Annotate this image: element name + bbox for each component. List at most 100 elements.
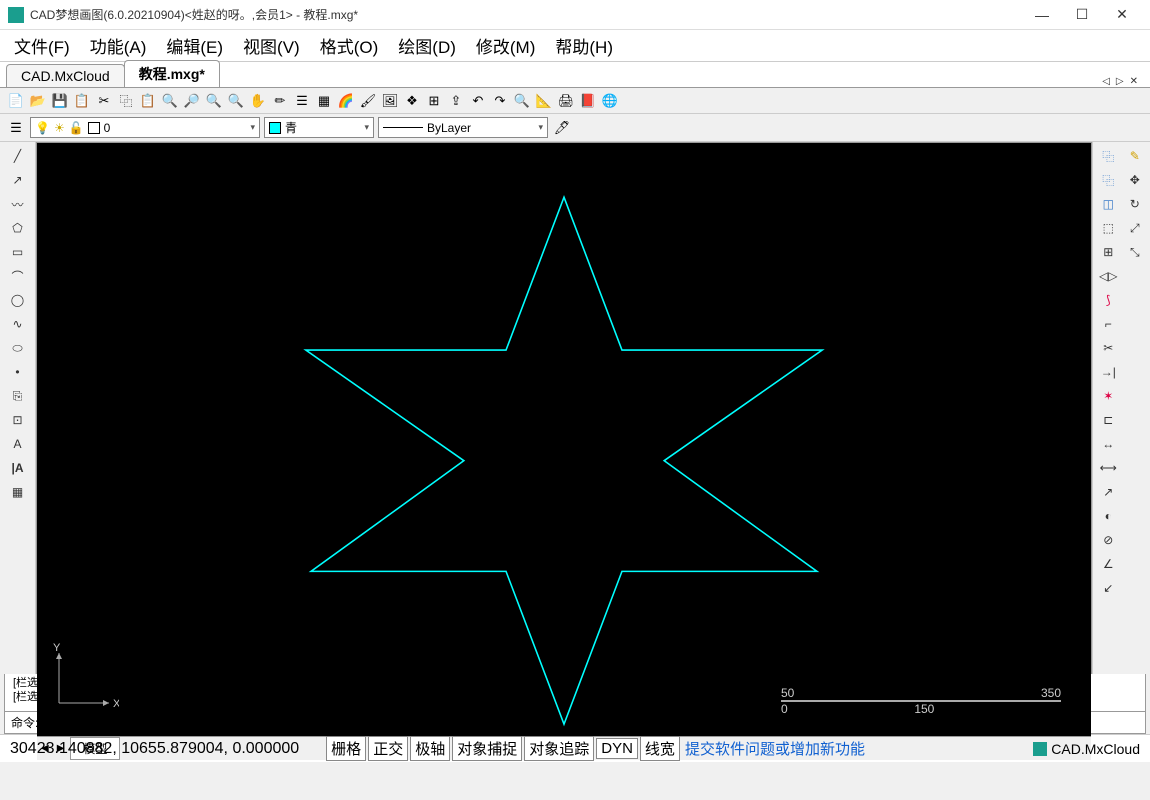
- break-tool-icon[interactable]: ⊏: [1098, 410, 1118, 430]
- make-block-icon[interactable]: ⊡: [8, 410, 28, 430]
- block-icon[interactable]: ❖: [402, 91, 422, 111]
- layers-icon[interactable]: ☰: [292, 91, 312, 111]
- menu-file[interactable]: 文件(F): [4, 29, 80, 62]
- drawing-canvas[interactable]: X Y 50350 0150: [37, 143, 1091, 736]
- explode-tool-icon[interactable]: ✶: [1098, 386, 1118, 406]
- erase-tool-icon[interactable]: ✎: [1125, 146, 1145, 166]
- hatch-icon[interactable]: ▦: [314, 91, 334, 111]
- spline-tool-icon[interactable]: ∿: [8, 314, 28, 334]
- pan-icon[interactable]: ✋: [248, 91, 268, 111]
- tab-tutorial[interactable]: 教程.mxg*: [124, 60, 220, 87]
- mirror-tool-icon[interactable]: ⿻: [1098, 170, 1118, 190]
- select-window-icon[interactable]: ⬚: [1098, 218, 1118, 238]
- chevron-down-icon: ▾: [538, 122, 543, 133]
- toggle-dyn[interactable]: DYN: [596, 738, 638, 759]
- dim-angular-icon[interactable]: ∠: [1098, 554, 1118, 574]
- menu-edit[interactable]: 编辑(E): [156, 29, 233, 62]
- hatch-tool-icon[interactable]: ▦: [8, 482, 28, 502]
- web-icon[interactable]: 🌐: [600, 91, 620, 111]
- ellipse-tool-icon[interactable]: ⬭: [8, 338, 28, 358]
- mirror2-tool-icon[interactable]: ◁▷: [1098, 266, 1118, 286]
- open-icon[interactable]: 📂: [28, 91, 48, 111]
- mtext-tool-icon[interactable]: |A: [8, 458, 28, 478]
- circle-tool-icon[interactable]: ◯: [8, 290, 28, 310]
- zoom-out-icon[interactable]: 🔎: [182, 91, 202, 111]
- image-icon[interactable]: 🖼: [380, 91, 400, 111]
- tab-cloud[interactable]: CAD.MxCloud: [6, 64, 125, 87]
- zoom-extents-icon[interactable]: 🔍: [204, 91, 224, 111]
- toggle-lineweight[interactable]: 线宽: [640, 736, 680, 761]
- lineweight-icon[interactable]: 🖊: [552, 118, 572, 138]
- stretch-tool-icon[interactable]: ⤡: [1125, 242, 1145, 262]
- dim-aligned-icon[interactable]: ↗: [1098, 482, 1118, 502]
- table-icon[interactable]: ⊞: [424, 91, 444, 111]
- save-icon[interactable]: 💾: [50, 91, 70, 111]
- fillet-tool-icon[interactable]: ⟆: [1098, 290, 1118, 310]
- leader-tool-icon[interactable]: ↙: [1098, 578, 1118, 598]
- saveas-icon[interactable]: 📋: [72, 91, 92, 111]
- offset-tool-icon[interactable]: ◫: [1098, 194, 1118, 214]
- layer-dropdown[interactable]: 💡 ☀ 🔓 0 ▾: [30, 117, 260, 138]
- join-tool-icon[interactable]: ↔: [1098, 434, 1118, 454]
- toggle-otrack[interactable]: 对象追踪: [524, 736, 594, 761]
- trim-tool-icon[interactable]: ✂: [1098, 338, 1118, 358]
- toggle-polar[interactable]: 极轴: [410, 736, 450, 761]
- tab-prev-icon[interactable]: ◁: [1100, 76, 1112, 87]
- rotate-tool-icon[interactable]: ↻: [1125, 194, 1145, 214]
- polyline-tool-icon[interactable]: 〰: [8, 194, 28, 214]
- menu-modify[interactable]: 修改(M): [466, 29, 545, 62]
- layer-manager-icon[interactable]: ☰: [6, 118, 26, 138]
- linetype-dropdown[interactable]: ByLayer ▾: [378, 117, 548, 138]
- maximize-button[interactable]: ☐: [1062, 1, 1102, 29]
- redo-icon[interactable]: ↷: [490, 91, 510, 111]
- color-dropdown[interactable]: 青 ▾: [264, 117, 374, 138]
- copy-tool-icon[interactable]: ⿻: [1098, 146, 1118, 166]
- minimize-button[interactable]: —: [1022, 1, 1062, 29]
- toggle-osnap[interactable]: 对象捕捉: [452, 736, 522, 761]
- scale-tool-icon[interactable]: ⤢: [1125, 218, 1145, 238]
- menu-view[interactable]: 视图(V): [233, 29, 310, 62]
- menu-help[interactable]: 帮助(H): [545, 29, 623, 62]
- text-tool-icon[interactable]: A: [8, 434, 28, 454]
- toggle-grid[interactable]: 栅格: [326, 736, 366, 761]
- paste-icon[interactable]: 📋: [138, 91, 158, 111]
- array-tool-icon[interactable]: ⊞: [1098, 242, 1118, 262]
- undo-icon[interactable]: ↶: [468, 91, 488, 111]
- layer-color-swatch: [88, 122, 100, 134]
- dim-radius-icon[interactable]: ◐: [1098, 506, 1118, 526]
- gradient-icon[interactable]: 🌈: [336, 91, 356, 111]
- chamfer-tool-icon[interactable]: ⌐: [1098, 314, 1118, 334]
- close-button[interactable]: ✕: [1102, 1, 1142, 29]
- dim-linear-icon[interactable]: ⟷: [1098, 458, 1118, 478]
- insert-block-icon[interactable]: ⎘: [8, 386, 28, 406]
- export-icon[interactable]: ⇪: [446, 91, 466, 111]
- feedback-link[interactable]: 提交软件问题或增加新功能: [685, 738, 865, 759]
- menu-draw[interactable]: 绘图(D): [388, 29, 466, 62]
- menu-format[interactable]: 格式(O): [310, 29, 389, 62]
- print-icon[interactable]: 🖨: [556, 91, 576, 111]
- brush-icon[interactable]: 🖌: [358, 91, 378, 111]
- zoom-window-icon[interactable]: 🔍: [226, 91, 246, 111]
- pdf-icon[interactable]: 📕: [578, 91, 598, 111]
- new-icon[interactable]: 📄: [6, 91, 26, 111]
- scale-bar: 50350 0150: [781, 686, 1061, 716]
- polygon-tool-icon[interactable]: ⬠: [8, 218, 28, 238]
- tab-next-icon[interactable]: ▷: [1114, 76, 1126, 87]
- toggle-ortho[interactable]: 正交: [368, 736, 408, 761]
- menu-function[interactable]: 功能(A): [80, 29, 157, 62]
- measure-icon[interactable]: 📐: [534, 91, 554, 111]
- extend-tool-icon[interactable]: →|: [1098, 362, 1118, 382]
- zoom-in-icon[interactable]: 🔍: [160, 91, 180, 111]
- line-tool-icon[interactable]: ╱: [8, 146, 28, 166]
- move-tool-icon[interactable]: ✥: [1125, 170, 1145, 190]
- tab-close-icon[interactable]: ✕: [1128, 76, 1140, 87]
- ray-tool-icon[interactable]: ↗: [8, 170, 28, 190]
- copy-icon[interactable]: ⿻: [116, 91, 136, 111]
- point-tool-icon[interactable]: •: [8, 362, 28, 382]
- cut-icon[interactable]: ✂: [94, 91, 114, 111]
- arc-tool-icon[interactable]: ⌒: [8, 266, 28, 286]
- find-icon[interactable]: 🔍: [512, 91, 532, 111]
- dim-diameter-icon[interactable]: ⊘: [1098, 530, 1118, 550]
- rectangle-tool-icon[interactable]: ▭: [8, 242, 28, 262]
- pencil-icon[interactable]: ✏: [270, 91, 290, 111]
